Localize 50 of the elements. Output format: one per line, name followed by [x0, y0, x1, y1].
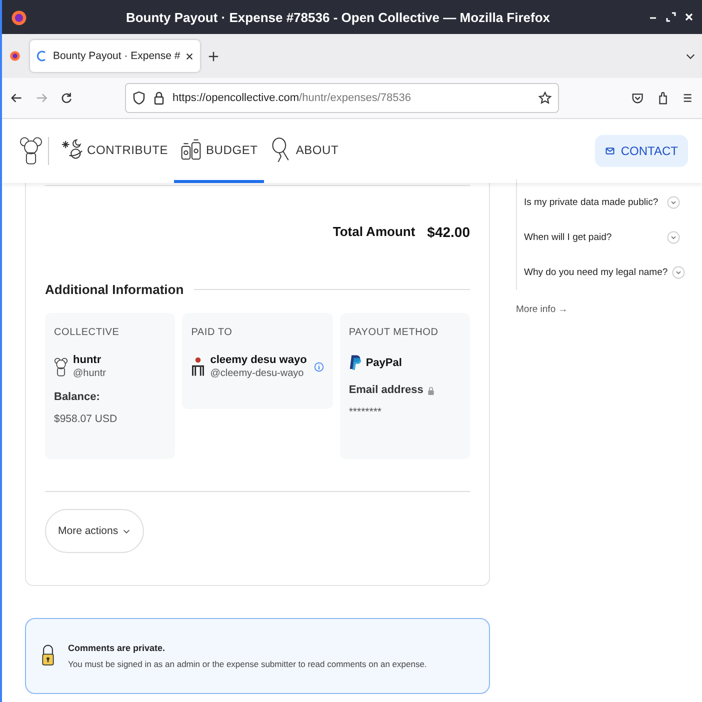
lock-icon: [427, 386, 436, 396]
nav-tab[interactable]: CONTRIBUTE: [55, 119, 174, 183]
back-icon[interactable]: [10, 91, 24, 105]
mail-icon: [604, 146, 615, 156]
maximize-icon[interactable]: [666, 12, 676, 22]
total-label: Total Amount: [332, 224, 416, 240]
notice-text: You must be signed in as an admin or the expense submitter to read comments on an expense.: [68, 659, 427, 669]
total-amount: $42.00: [427, 224, 470, 240]
payee-name[interactable]: cleemy desu wayo: [210, 354, 307, 366]
close-icon[interactable]: [185, 52, 194, 60]
browser-tab[interactable]: Bounty Payout · Expense #: [30, 40, 200, 72]
balance-label: Balance:: [54, 391, 101, 403]
lock-icon: [152, 91, 166, 105]
more-info-link[interactable]: More info →: [516, 304, 686, 315]
faq-item[interactable]: Why do you need my legal name?: [524, 255, 686, 290]
collective-name[interactable]: huntr: [73, 354, 106, 366]
section-title: Additional Information: [45, 282, 184, 297]
reload-icon[interactable]: [60, 91, 74, 105]
contact-button[interactable]: CONTACT: [594, 135, 688, 167]
balance-value: $958.07 USD: [54, 413, 118, 425]
window-title: Bounty Payout · Expense #78536 - Open Collective — Mozilla Firefox: [124, 10, 552, 24]
new-tab-icon[interactable]: [208, 50, 220, 62]
url-text: https://opencollective.com/huntr/expenses/78536: [172, 92, 411, 104]
person-avatar-icon: [191, 356, 206, 378]
star-icon[interactable]: [538, 91, 552, 105]
payee-handle: @cleemy-desu-wayo: [210, 368, 305, 379]
chevron-down-icon: [667, 196, 680, 209]
koala-avatar-icon: [54, 356, 68, 378]
collective-handle: @huntr: [73, 368, 106, 379]
address-bar[interactable]: https://opencollective.com/huntr/expenses/78536: [125, 83, 559, 113]
email-value: ********: [348, 406, 383, 418]
jars-icon: [180, 136, 202, 162]
notice-title: Comments are private.: [68, 643, 166, 653]
nav-tab[interactable]: ABOUT: [264, 119, 345, 183]
faq-item[interactable]: When will I get paid?: [524, 220, 686, 255]
more-actions-button[interactable]: More actions: [45, 509, 144, 553]
faq-item[interactable]: Is my private data made public?: [524, 185, 686, 220]
payout-method-name: PayPal: [366, 357, 402, 369]
chevron-down-icon: [667, 231, 680, 244]
info-icon[interactable]: [314, 362, 324, 372]
email-label: Email address: [348, 384, 424, 396]
paypal-logo-icon: [348, 354, 361, 372]
chevron-down-icon: [672, 266, 685, 279]
pocket-icon[interactable]: [630, 91, 644, 105]
shield-icon: [132, 91, 146, 105]
panel-heading: PAYOUT METHOD: [348, 327, 440, 338]
panel-heading: PAID TO: [191, 327, 234, 338]
koala-logo-icon[interactable]: [20, 135, 42, 167]
tab-title: Bounty Payout · Expense #: [53, 50, 180, 62]
panel-heading: COLLECTIVE: [54, 327, 120, 338]
